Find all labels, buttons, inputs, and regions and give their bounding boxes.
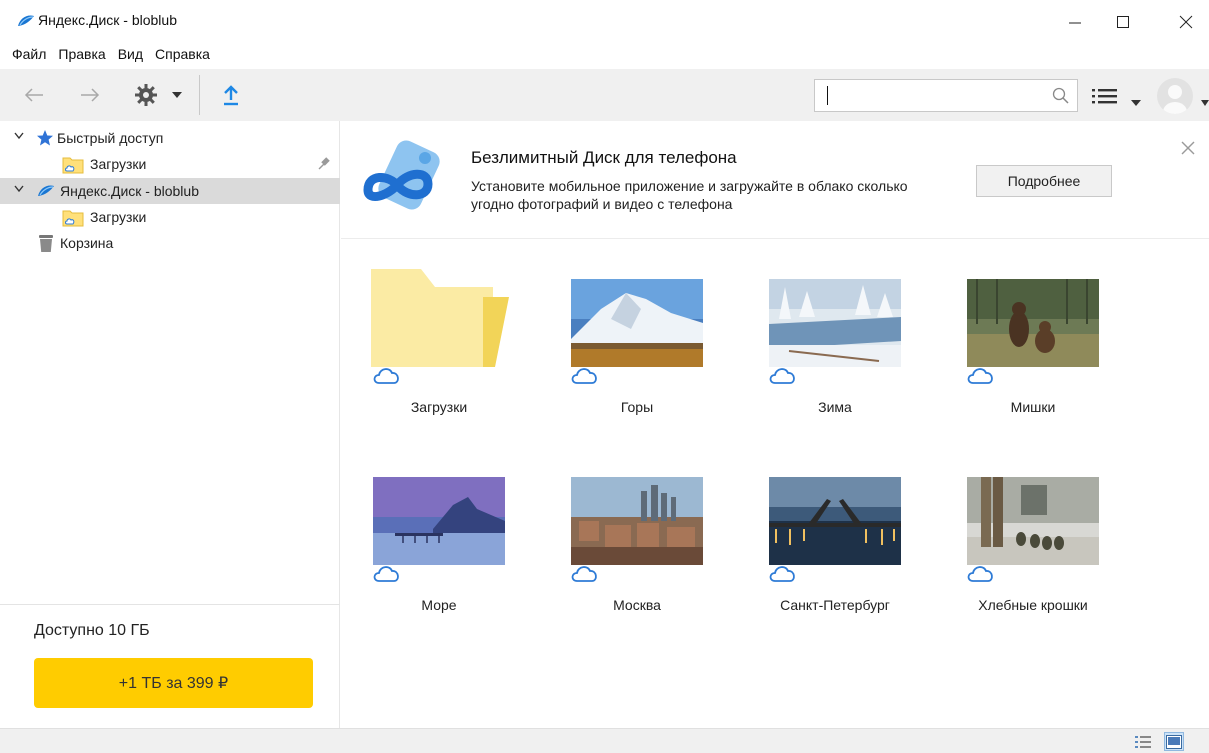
text-caret bbox=[827, 86, 828, 105]
cloud-icon bbox=[571, 368, 597, 384]
search-input[interactable] bbox=[831, 84, 1031, 108]
menu-help[interactable]: Справка bbox=[153, 46, 212, 68]
file-tile[interactable]: Хлебные крошки bbox=[935, 477, 1105, 637]
image-thumbnail-spb bbox=[769, 477, 901, 565]
image-thumbnail-bears bbox=[967, 279, 1099, 367]
details-view-icon bbox=[1135, 735, 1151, 748]
list-view-menu-icon[interactable] bbox=[1092, 87, 1118, 108]
chevron-down-icon[interactable] bbox=[14, 185, 24, 193]
file-tile[interactable]: Мишки bbox=[935, 279, 1105, 439]
toolbar-divider bbox=[199, 75, 200, 115]
sidebar-item-trash[interactable]: Корзина bbox=[0, 230, 340, 256]
image-thumbnail-mountains bbox=[571, 279, 703, 367]
file-name: Море bbox=[421, 597, 457, 613]
sidebar-item-downloads-quick[interactable]: Загрузки bbox=[0, 151, 340, 177]
search-icon[interactable] bbox=[1052, 87, 1069, 107]
close-icon[interactable] bbox=[1181, 141, 1195, 158]
image-thumbnail-winter bbox=[769, 279, 901, 367]
menu-bar: Файл Правка Вид Справка bbox=[0, 46, 220, 68]
file-name: Горы bbox=[620, 399, 654, 415]
sidebar-item-label: Загрузки bbox=[90, 156, 147, 172]
file-tile-folder[interactable]: Загрузки bbox=[341, 269, 511, 439]
yandex-disk-icon bbox=[38, 185, 54, 196]
window-title: Яндекс.Диск - bloblub bbox=[38, 12, 177, 28]
file-name: Зима bbox=[818, 399, 852, 415]
file-tile[interactable]: Санкт-Петербург bbox=[737, 477, 907, 637]
forward-button[interactable] bbox=[76, 79, 104, 111]
cloud-folder-icon bbox=[62, 210, 84, 227]
arrow-left-icon bbox=[24, 88, 43, 102]
sidebar-item-label: Яндекс.Диск - bloblub bbox=[60, 183, 199, 199]
file-name: Мишки bbox=[1010, 399, 1056, 415]
cloud-folder-icon bbox=[62, 157, 84, 174]
avatar[interactable] bbox=[1157, 78, 1193, 114]
title-bar: Яндекс.Диск - bloblub bbox=[0, 0, 1209, 44]
account-dropdown-chevron-icon[interactable] bbox=[1201, 93, 1209, 109]
cloud-icon bbox=[967, 566, 993, 582]
file-name: Хлебные крошки bbox=[978, 597, 1088, 613]
file-tile[interactable]: Москва bbox=[539, 477, 709, 637]
yandex-disk-logo-icon bbox=[17, 14, 35, 31]
sidebar-item-label: Корзина bbox=[60, 235, 114, 251]
star-icon bbox=[37, 130, 53, 146]
sidebar-item-quick-access[interactable]: Быстрый доступ bbox=[0, 125, 340, 151]
sidebar-item-downloads[interactable]: Загрузки bbox=[0, 204, 340, 230]
upload-button[interactable] bbox=[218, 79, 244, 111]
back-button[interactable] bbox=[20, 79, 48, 111]
storage-available-text: Доступно 10 ГБ bbox=[34, 622, 150, 639]
main-content: Безлимитный Диск для телефона Установите… bbox=[341, 121, 1209, 728]
pin-icon[interactable] bbox=[316, 156, 332, 172]
sidebar: Быстрый доступ Загрузки Яндекс.Диск - bl… bbox=[0, 121, 340, 728]
image-thumbnail-sea bbox=[373, 477, 505, 565]
menu-file[interactable]: Файл bbox=[10, 46, 48, 68]
user-avatar-icon bbox=[1163, 85, 1187, 114]
unlimited-phone-icon bbox=[363, 140, 440, 210]
toolbar bbox=[0, 69, 1209, 121]
status-bar bbox=[0, 728, 1209, 753]
sidebar-item-label: Загрузки bbox=[90, 209, 147, 225]
trash-icon bbox=[39, 235, 53, 252]
thumbnail-view-icon bbox=[1166, 734, 1182, 749]
sidebar-item-label: Быстрый доступ bbox=[57, 130, 164, 146]
search-field[interactable] bbox=[814, 79, 1078, 112]
gear-icon bbox=[135, 84, 157, 106]
buy-storage-button[interactable]: +1 ТБ за 399 ₽ bbox=[34, 658, 313, 708]
banner-text: Установите мобильное приложение и загруж… bbox=[471, 178, 908, 212]
minimize-button[interactable] bbox=[1055, 8, 1095, 36]
maximize-button[interactable] bbox=[1103, 8, 1143, 36]
file-name: Санкт-Петербург bbox=[780, 597, 890, 613]
settings-button[interactable] bbox=[130, 79, 186, 111]
upload-icon bbox=[224, 85, 238, 106]
sidebar-divider bbox=[0, 604, 340, 605]
cloud-icon bbox=[967, 368, 993, 384]
chevron-down-icon[interactable] bbox=[14, 132, 24, 140]
file-name: Москва bbox=[613, 597, 661, 613]
file-name: Загрузки bbox=[410, 399, 468, 415]
sidebar-item-yandex-disk[interactable]: Яндекс.Диск - bloblub bbox=[0, 178, 340, 204]
cloud-icon bbox=[769, 566, 795, 582]
file-tile[interactable]: Зима bbox=[737, 279, 907, 439]
cloud-icon bbox=[373, 368, 399, 384]
folder-icon bbox=[371, 269, 509, 367]
view-dropdown-chevron-icon[interactable] bbox=[1131, 93, 1141, 109]
cloud-icon bbox=[571, 566, 597, 582]
banner-title: Безлимитный Диск для телефона bbox=[471, 148, 737, 167]
details-view-button[interactable] bbox=[1133, 732, 1153, 751]
file-tile[interactable]: Море bbox=[341, 477, 511, 637]
file-tile[interactable]: Горы bbox=[539, 279, 709, 439]
menu-view[interactable]: Вид bbox=[116, 46, 145, 68]
image-thumbnail-moscow bbox=[571, 477, 703, 565]
cloud-icon bbox=[769, 368, 795, 384]
promo-banner: Безлимитный Диск для телефона Установите… bbox=[341, 121, 1209, 239]
large-icons-view-button[interactable] bbox=[1164, 732, 1184, 751]
arrow-right-icon bbox=[81, 88, 100, 102]
learn-more-button[interactable]: Подробнее bbox=[976, 165, 1112, 197]
chevron-down-icon bbox=[172, 92, 182, 98]
menu-edit[interactable]: Правка bbox=[56, 46, 107, 68]
cloud-icon bbox=[373, 566, 399, 582]
close-window-button[interactable] bbox=[1166, 8, 1206, 36]
image-thumbnail-breadcrumbs bbox=[967, 477, 1099, 565]
